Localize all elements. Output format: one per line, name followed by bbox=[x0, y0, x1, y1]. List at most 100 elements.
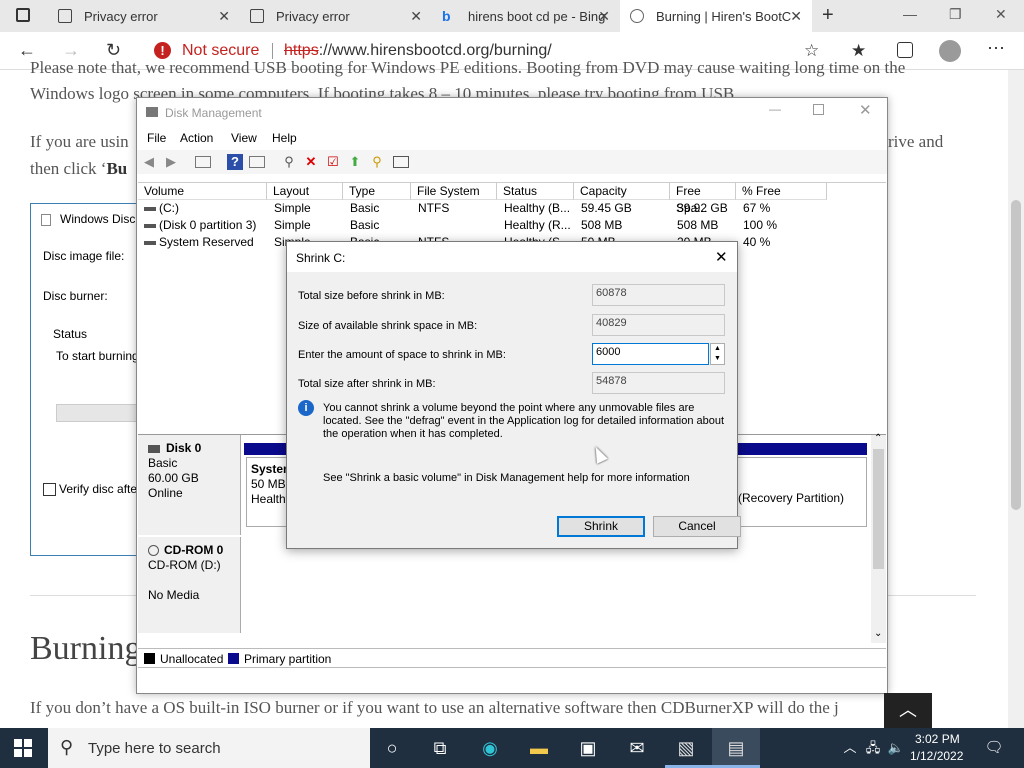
scroll-up-icon[interactable]: ⌃ bbox=[874, 433, 882, 444]
edge-icon[interactable]: ◉ bbox=[478, 736, 502, 760]
disc-burner-label: Disc burner: bbox=[43, 289, 108, 303]
unallocated-swatch bbox=[144, 653, 155, 664]
close-tab-icon[interactable]: ✕ bbox=[598, 8, 610, 25]
warning-page-icon bbox=[250, 9, 264, 23]
chevron-up-icon[interactable]: ︿ bbox=[838, 736, 862, 760]
properties-icon[interactable] bbox=[195, 156, 211, 168]
check-icon[interactable]: ☑ bbox=[325, 154, 341, 170]
mail-icon[interactable]: ✉ bbox=[625, 736, 649, 760]
tab-1[interactable]: Privacy error ✕ bbox=[48, 0, 240, 32]
disk-management-app-icon[interactable]: ▤ bbox=[724, 736, 748, 760]
shrink-amount-input[interactable]: 6000 bbox=[592, 343, 709, 365]
column-header-status[interactable]: Status bbox=[497, 183, 574, 200]
column-header-free-space[interactable]: Free Spa... bbox=[670, 183, 736, 215]
table-cell: 508 MB bbox=[677, 218, 719, 232]
scrollbar-thumb[interactable] bbox=[873, 449, 884, 569]
column-header-type[interactable]: Type bbox=[343, 183, 411, 200]
available-space-label: Size of available shrink space in MB: bbox=[298, 320, 478, 332]
search-placeholder: Type here to search bbox=[88, 740, 221, 757]
status-group-label: Status bbox=[53, 327, 88, 341]
tab-actions-icon[interactable] bbox=[16, 8, 30, 22]
cancel-button[interactable]: Cancel bbox=[653, 516, 741, 537]
column-header-filesystem[interactable]: File System bbox=[411, 183, 497, 200]
table-cell: 40 % bbox=[743, 235, 771, 249]
clock-date[interactable]: 1/12/2022 bbox=[910, 749, 963, 763]
volume-icon[interactable]: 🔈 bbox=[884, 736, 908, 760]
page-scrollbar[interactable] bbox=[1008, 70, 1024, 728]
url-divider bbox=[272, 43, 273, 59]
menu-file[interactable]: File bbox=[147, 131, 166, 145]
menu-help[interactable]: Help bbox=[272, 131, 297, 145]
close-window-icon[interactable]: ✕ bbox=[859, 101, 872, 119]
shrink-dialog-titlebar: Shrink C: ✕ bbox=[287, 242, 737, 272]
store-icon[interactable]: ▣ bbox=[576, 736, 600, 760]
back-to-top-button[interactable]: ︿ bbox=[884, 693, 932, 728]
disc-burner-app-icon[interactable]: ▧ bbox=[674, 736, 698, 760]
search-icon[interactable]: ⚲ bbox=[369, 154, 385, 170]
maximize-icon[interactable] bbox=[813, 104, 824, 115]
task-view-icon[interactable]: ⧉ bbox=[428, 736, 452, 760]
list-view-icon[interactable] bbox=[249, 156, 265, 168]
column-header-layout[interactable]: Layout bbox=[267, 183, 343, 200]
paragraph-line: Please note that, we recommend USB booti… bbox=[30, 58, 906, 77]
volume-icon bbox=[144, 224, 156, 228]
cdrom-icon bbox=[148, 545, 159, 556]
file-explorer-icon[interactable]: ▬ bbox=[527, 736, 551, 760]
column-header-percent-free[interactable]: % Free bbox=[736, 183, 827, 200]
close-dialog-icon[interactable]: ✕ bbox=[715, 248, 728, 266]
menu-view[interactable]: View bbox=[231, 131, 257, 145]
back-icon[interactable]: ◀ bbox=[141, 154, 157, 170]
restore-icon[interactable]: ❐ bbox=[949, 6, 962, 23]
profile-avatar[interactable] bbox=[939, 40, 961, 62]
tab-strip: Privacy error ✕ Privacy error ✕ b hirens… bbox=[0, 0, 1024, 32]
connect-icon[interactable]: ⚲ bbox=[281, 154, 297, 170]
paragraph-line: then click ‘Bu bbox=[30, 159, 127, 179]
toolbar: ◀ ▶ ? ⚲ ✕ ☑ ⬆ ⚲ bbox=[137, 150, 887, 174]
paragraph-line: rive and bbox=[888, 132, 944, 151]
table-cell: System Reserved bbox=[159, 235, 254, 249]
more-options-icon[interactable]: ⋯ bbox=[987, 38, 1005, 59]
close-tab-icon[interactable]: ✕ bbox=[790, 8, 802, 25]
legend: Unallocated Primary partition bbox=[138, 648, 886, 668]
status-text: To start burning bbox=[56, 349, 139, 363]
help-icon[interactable]: ? bbox=[227, 154, 243, 170]
paragraph-text: then click ‘ bbox=[30, 159, 107, 178]
column-header-volume[interactable]: Volume bbox=[138, 183, 267, 200]
collections-icon[interactable] bbox=[897, 42, 913, 58]
disk-0-label[interactable]: Disk 0 Basic 60.00 GB Online bbox=[138, 435, 241, 535]
console-icon[interactable] bbox=[393, 156, 409, 168]
paragraph-line: If you are usin bbox=[30, 132, 129, 151]
delete-icon[interactable]: ✕ bbox=[303, 154, 319, 170]
close-tab-icon[interactable]: ✕ bbox=[410, 8, 422, 25]
total-before-value: 60878 bbox=[592, 284, 725, 306]
disk-icon bbox=[148, 444, 160, 453]
scrollbar-thumb[interactable] bbox=[1011, 200, 1021, 510]
shrink-button[interactable]: Shrink bbox=[557, 516, 645, 537]
menu-action[interactable]: Action bbox=[180, 131, 213, 145]
close-window-icon[interactable]: ✕ bbox=[995, 6, 1007, 23]
clock-time[interactable]: 3:02 PM bbox=[915, 732, 960, 746]
quantity-stepper[interactable]: ▲ ▼ bbox=[710, 343, 725, 365]
minimize-icon[interactable]: — bbox=[769, 102, 781, 116]
table-cell: 59.45 GB bbox=[581, 201, 632, 215]
import-icon[interactable]: ⬆ bbox=[347, 154, 363, 170]
disk-pane-scrollbar[interactable]: ⌃ ⌄ bbox=[871, 433, 886, 643]
cortana-icon[interactable]: ○ bbox=[380, 736, 404, 760]
tab-3[interactable]: b hirens boot cd pe - Bing ✕ bbox=[432, 0, 620, 32]
primary-partition-swatch bbox=[228, 653, 239, 664]
forward-icon[interactable]: ▶ bbox=[163, 154, 179, 170]
scroll-down-icon[interactable]: ⌄ bbox=[874, 628, 882, 639]
new-tab-icon[interactable]: + bbox=[822, 4, 834, 27]
notifications-icon[interactable]: 🗨 bbox=[982, 736, 1006, 760]
tab-2[interactable]: Privacy error ✕ bbox=[240, 0, 432, 32]
start-button[interactable] bbox=[14, 739, 32, 757]
verify-checkbox[interactable] bbox=[43, 483, 56, 496]
tab-4[interactable]: Burning | Hiren's BootC ✕ bbox=[620, 0, 812, 32]
minimize-icon[interactable]: — bbox=[903, 6, 917, 22]
column-header-capacity[interactable]: Capacity bbox=[574, 183, 670, 200]
taskbar-search-box[interactable]: ⚲ Type here to search bbox=[48, 728, 370, 768]
network-icon[interactable]: 🖧 bbox=[861, 736, 885, 760]
cdrom-0-label[interactable]: CD-ROM 0 CD-ROM (D:) No Media bbox=[138, 537, 241, 633]
close-tab-icon[interactable]: ✕ bbox=[218, 8, 230, 25]
cdrom-type: CD-ROM (D:) bbox=[148, 558, 221, 572]
